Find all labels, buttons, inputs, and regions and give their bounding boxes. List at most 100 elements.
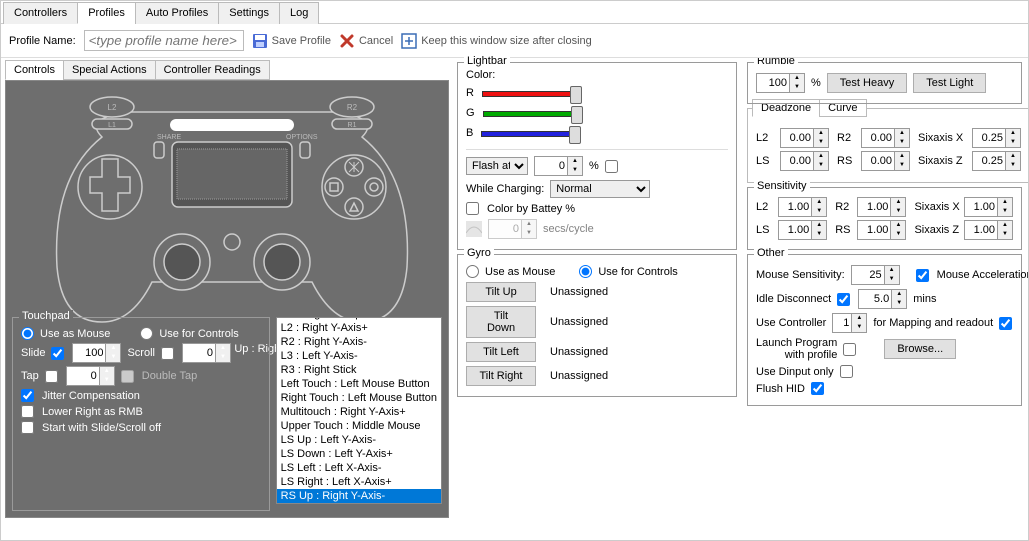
mapping-item[interactable]: LS Right : Left X-Axis+ bbox=[277, 475, 441, 489]
subtab-special[interactable]: Special Actions bbox=[63, 60, 156, 80]
rainbow-icon bbox=[466, 221, 482, 237]
sn-rs-spin[interactable]: ▲▼ bbox=[857, 220, 906, 240]
tap-label: Tap bbox=[21, 370, 39, 382]
subtab-readings[interactable]: Controller Readings bbox=[155, 60, 270, 80]
usectrl-spin[interactable]: ▲▼ bbox=[832, 313, 867, 333]
tab-controllers[interactable]: Controllers bbox=[3, 2, 78, 24]
main-tabstrip: Controllers Profiles Auto Profiles Setti… bbox=[1, 1, 1028, 24]
mapping-item[interactable]: Left Touch : Left Mouse Button bbox=[277, 377, 441, 391]
gyro-tilt-down-button[interactable]: Tilt Down bbox=[466, 306, 536, 338]
mapping-item[interactable]: LS Down : Left Y-Axis+ bbox=[277, 447, 441, 461]
dz-ls-spin[interactable]: ▲▼ bbox=[780, 151, 829, 171]
tab-settings[interactable]: Settings bbox=[218, 2, 280, 24]
dz-sz-spin[interactable]: ▲▼ bbox=[972, 151, 1021, 171]
tap-checkbox[interactable] bbox=[45, 370, 58, 383]
msens-label: Mouse Sensitivity: bbox=[756, 269, 845, 281]
gyro-use-controls-radio[interactable]: Use for Controls bbox=[579, 265, 677, 278]
tab-autoprofiles[interactable]: Auto Profiles bbox=[135, 2, 219, 24]
gyro-tilt-right-button[interactable]: Tilt Right bbox=[466, 366, 536, 386]
rumble-pct: % bbox=[811, 77, 821, 89]
sn-l2-label: L2 bbox=[756, 201, 774, 213]
test-heavy-button[interactable]: Test Heavy bbox=[827, 73, 907, 93]
mapping-item[interactable]: Multitouch : Right Y-Axis+ bbox=[277, 405, 441, 419]
gyro-use-mouse-radio[interactable]: Use as Mouse bbox=[466, 265, 555, 278]
touchpad-use-controls-radio[interactable]: Use for Controls bbox=[140, 327, 238, 340]
dz-rs-spin[interactable]: ▲▼ bbox=[861, 151, 910, 171]
scroll-checkbox[interactable] bbox=[161, 347, 174, 360]
scroll-label: Scroll bbox=[127, 347, 155, 359]
mapping-item[interactable]: R3 : Right Stick bbox=[277, 363, 441, 377]
gyro-unassigned-label: Unassigned bbox=[550, 286, 608, 298]
color-by-batt-checkbox[interactable] bbox=[466, 202, 479, 215]
sensitivity-title: Sensitivity bbox=[754, 180, 810, 192]
msens-spin[interactable]: ▲▼ bbox=[851, 265, 900, 285]
mapping-item[interactable]: Upper Touch : Middle Mouse bbox=[277, 419, 441, 433]
mapping-item[interactable]: L3 : Left Y-Axis- bbox=[277, 349, 441, 363]
scroll-spinner[interactable]: ▲▼ bbox=[182, 343, 231, 363]
charging-select[interactable]: Normal bbox=[550, 180, 650, 198]
dz-ls-label: LS bbox=[756, 155, 776, 167]
lower-rmb-checkbox[interactable] bbox=[21, 405, 34, 418]
idle-spin[interactable]: ▲▼ bbox=[858, 289, 907, 309]
subtab-controls[interactable]: Controls bbox=[5, 60, 64, 80]
idle-checkbox[interactable] bbox=[837, 293, 850, 306]
mapping-list[interactable]: L1 : Left BumperR1 : Right BumperL2 : Ri… bbox=[276, 317, 442, 504]
dz-l2-spin[interactable]: ▲▼ bbox=[780, 128, 829, 148]
browse-button[interactable]: Browse... bbox=[884, 339, 956, 359]
sn-r2-spin[interactable]: ▲▼ bbox=[857, 197, 906, 217]
mapping-item[interactable]: L2 : Right Y-Axis+ bbox=[277, 321, 441, 335]
sn-ls-spin[interactable]: ▲▼ bbox=[778, 220, 827, 240]
usectrl-label: Use Controller bbox=[756, 317, 826, 329]
tab-profiles[interactable]: Profiles bbox=[77, 2, 136, 24]
profile-name-input[interactable] bbox=[84, 30, 244, 51]
cancel-button[interactable]: Cancel bbox=[339, 33, 393, 49]
test-light-button[interactable]: Test Light bbox=[913, 73, 986, 93]
touchpad-use-mouse-radio[interactable]: Use as Mouse bbox=[21, 327, 110, 340]
flash-spinner[interactable]: ▲▼ bbox=[534, 156, 583, 176]
mapping-item[interactable]: R2 : Right Y-Axis- bbox=[277, 335, 441, 349]
flash-checkbox[interactable] bbox=[605, 160, 618, 173]
tap-spinner[interactable]: ▲▼ bbox=[66, 366, 115, 386]
svg-text:OPTIONS: OPTIONS bbox=[286, 134, 318, 141]
dz-r2-spin[interactable]: ▲▼ bbox=[861, 128, 910, 148]
sn-sz-spin[interactable]: ▲▼ bbox=[964, 220, 1013, 240]
sn-rs-label: RS bbox=[835, 224, 853, 236]
controller-diagram[interactable]: L2 R2 L1 R1 bbox=[42, 87, 422, 337]
b-slider[interactable] bbox=[481, 125, 581, 141]
rumble-spinner[interactable]: ▲▼ bbox=[756, 73, 805, 93]
tab-log[interactable]: Log bbox=[279, 2, 319, 24]
jitter-checkbox[interactable] bbox=[21, 389, 34, 402]
mins-label: mins bbox=[913, 293, 936, 305]
flush-checkbox[interactable] bbox=[811, 382, 824, 395]
mapping-item[interactable]: Right Touch : Left Mouse Button bbox=[277, 391, 441, 405]
maccel-checkbox[interactable] bbox=[916, 269, 929, 282]
dz-sx-spin[interactable]: ▲▼ bbox=[972, 128, 1021, 148]
sn-sx-spin[interactable]: ▲▼ bbox=[964, 197, 1013, 217]
slide-checkbox[interactable] bbox=[51, 347, 64, 360]
gyro-tilt-left-button[interactable]: Tilt Left bbox=[466, 342, 536, 362]
g-slider[interactable] bbox=[483, 105, 583, 121]
formap-checkbox[interactable] bbox=[999, 317, 1012, 330]
mapping-item[interactable]: LS Up : Left Y-Axis- bbox=[277, 433, 441, 447]
sub-tabstrip: Controls Special Actions Controller Read… bbox=[5, 60, 449, 80]
profile-name-label: Profile Name: bbox=[9, 35, 76, 47]
r-slider[interactable] bbox=[482, 85, 582, 101]
mapping-item[interactable]: LS Left : Left X-Axis- bbox=[277, 461, 441, 475]
flash-select[interactable]: Flash at bbox=[466, 157, 528, 175]
gyro-tilt-up-button[interactable]: Tilt Up bbox=[466, 282, 536, 302]
rumble-title: Rumble bbox=[754, 58, 798, 67]
profile-toolbar: Profile Name: Save Profile Cancel Keep t… bbox=[1, 24, 1028, 58]
doubletap-label: Double Tap bbox=[142, 370, 197, 382]
keep-size-button[interactable]: Keep this window size after closing bbox=[401, 33, 592, 49]
formap-label: for Mapping and readout bbox=[873, 317, 993, 329]
lower-rmb-label: Lower Right as RMB bbox=[42, 406, 143, 418]
dinput-checkbox[interactable] bbox=[840, 365, 853, 378]
slide-spinner[interactable]: ▲▼ bbox=[72, 343, 121, 363]
doubletap-checkbox[interactable] bbox=[121, 370, 134, 383]
sn-l2-spin[interactable]: ▲▼ bbox=[778, 197, 827, 217]
mapping-item[interactable]: RS Up : Right Y-Axis- bbox=[277, 489, 441, 503]
start-slide-checkbox[interactable] bbox=[21, 421, 34, 434]
launch-checkbox[interactable] bbox=[843, 343, 856, 356]
slide-label: Slide bbox=[21, 347, 45, 359]
save-profile-button[interactable]: Save Profile bbox=[252, 33, 331, 49]
